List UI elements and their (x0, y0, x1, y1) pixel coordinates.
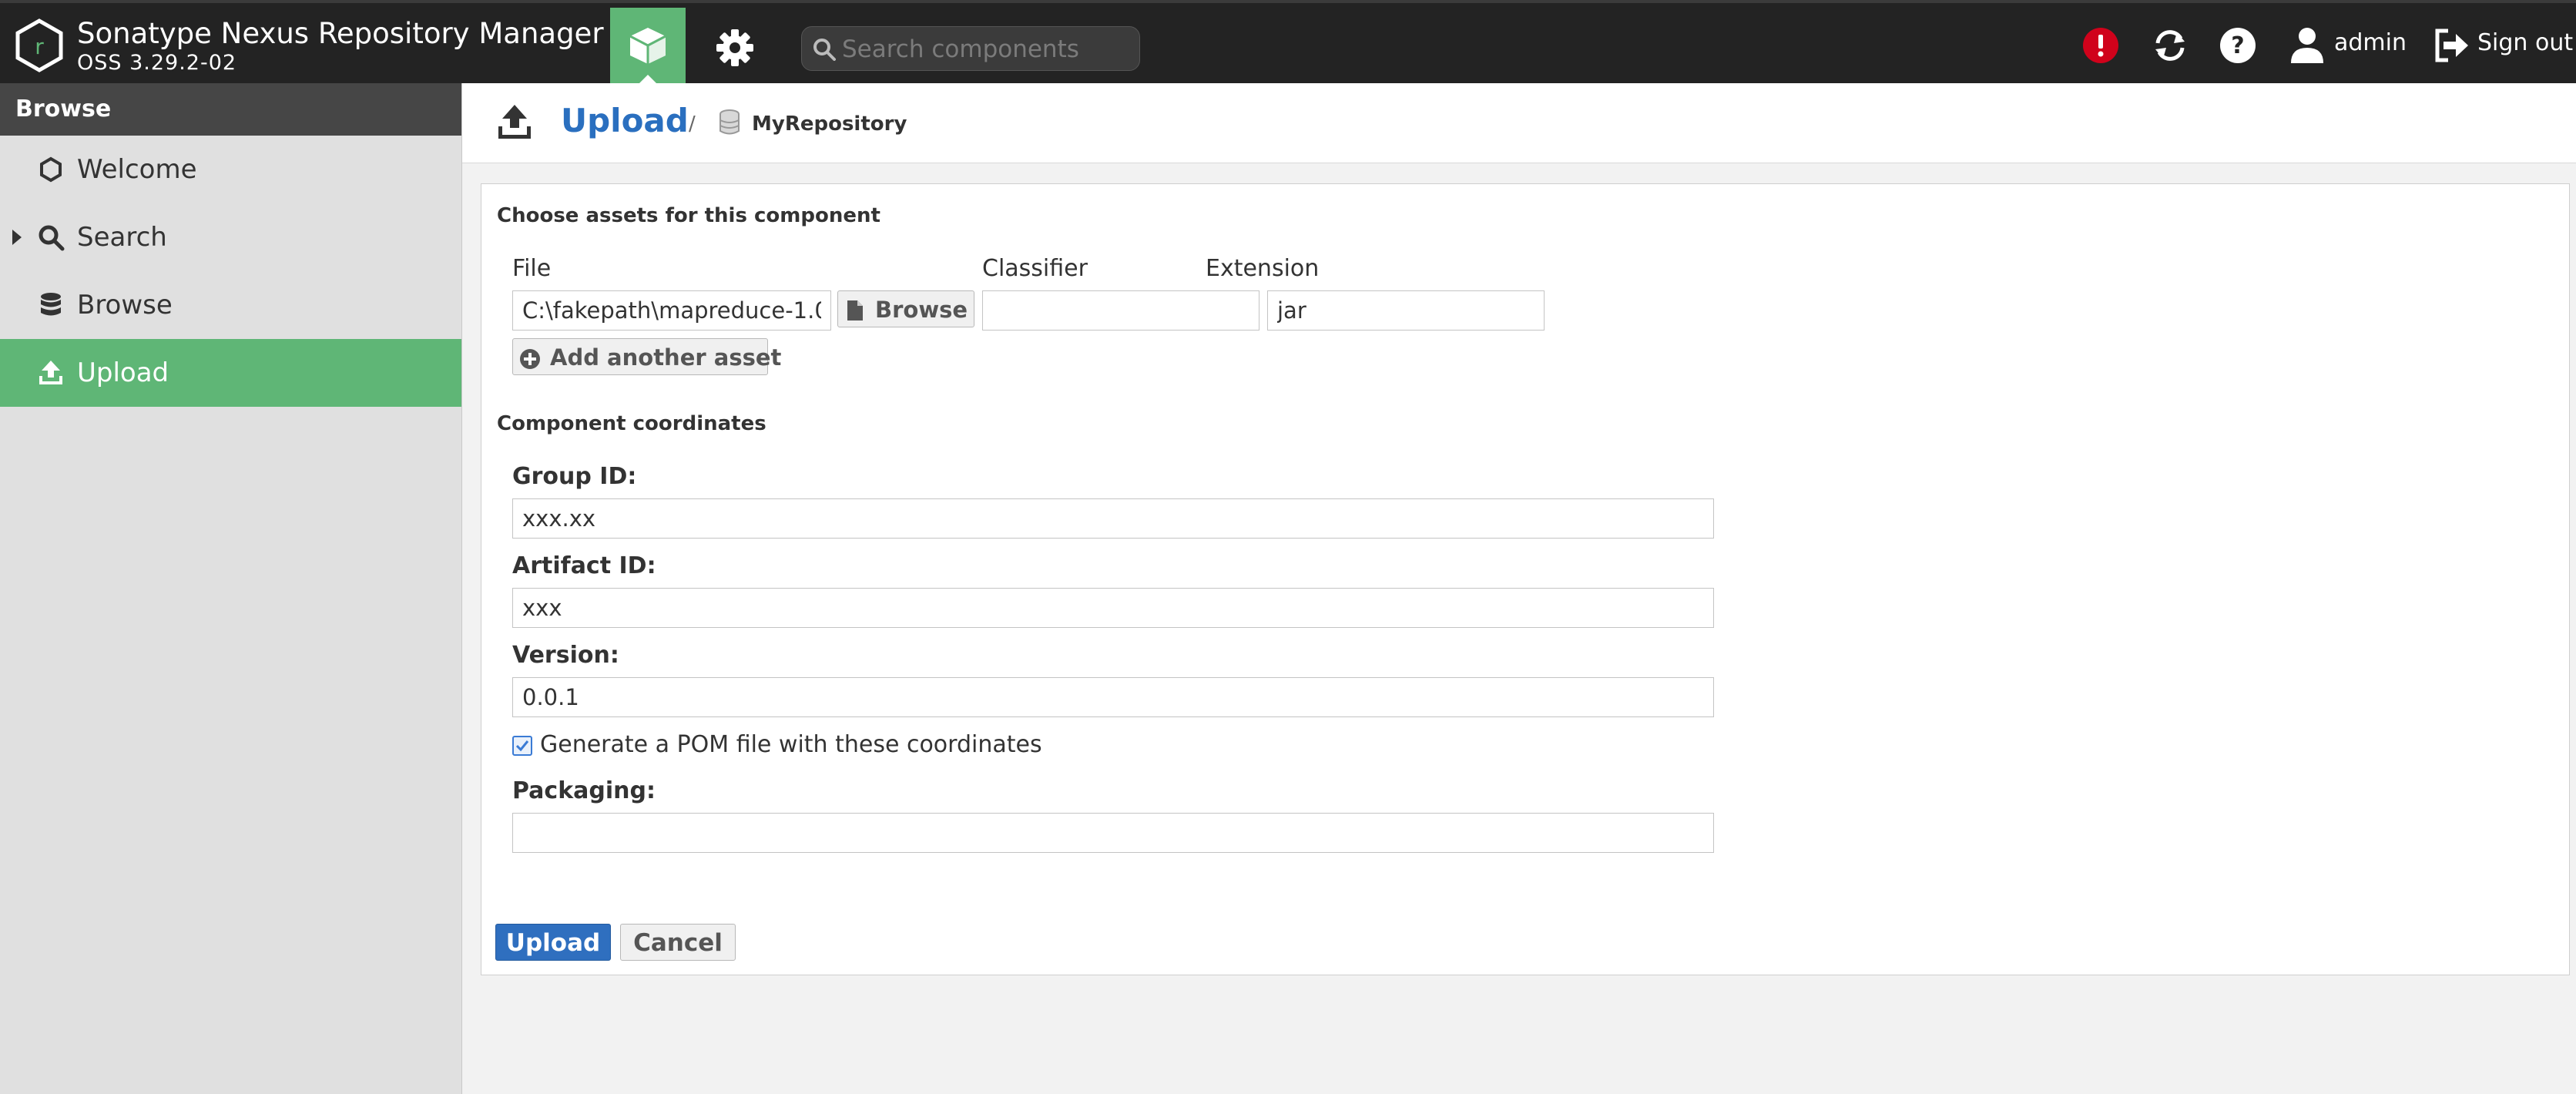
sign-out-icon[interactable] (2433, 26, 2470, 65)
browse-label: Browse (875, 297, 968, 323)
packaging-label: Packaging: (512, 777, 656, 804)
svg-text:r: r (35, 34, 44, 59)
cancel-button-label: Cancel (633, 929, 723, 957)
extension-column-label: Extension (1206, 255, 1320, 282)
version-label: Version: (512, 642, 619, 669)
upload-icon (498, 105, 531, 139)
packaging-field[interactable] (512, 813, 1714, 853)
sidebar: Browse Welcome Search Browse Upload (0, 83, 462, 1094)
classifier-column-label: Classifier (982, 255, 1088, 282)
upload-button-label: Upload (505, 929, 601, 957)
browse-mode-button[interactable] (610, 8, 686, 86)
repository-icon (719, 109, 740, 135)
sidebar-item-upload[interactable]: Upload (0, 339, 461, 407)
search-input[interactable] (840, 32, 1129, 67)
breadcrumb-separator: / (689, 112, 696, 136)
sidebar-item-search[interactable]: Search (0, 203, 461, 271)
sidebar-item-label: Upload (77, 357, 169, 388)
app-version: OSS 3.29.2-02 (77, 51, 237, 75)
alert-icon[interactable] (2081, 26, 2120, 65)
group-id-field[interactable] (512, 498, 1714, 539)
expand-arrow-icon[interactable] (12, 230, 22, 245)
file-field[interactable] (512, 290, 831, 331)
help-icon[interactable]: ? (2219, 26, 2257, 65)
search-box[interactable] (801, 26, 1140, 71)
upload-icon (39, 361, 62, 384)
file-column-label: File (512, 255, 552, 282)
extension-field[interactable] (1267, 290, 1545, 331)
search-icon (39, 225, 65, 251)
svg-text:?: ? (2231, 32, 2244, 59)
coordinates-section-title: Component coordinates (497, 412, 766, 435)
add-another-asset-button[interactable]: Add another asset (512, 338, 781, 375)
sign-out-link[interactable]: Sign out (2477, 29, 2573, 56)
top-bar: r Sonatype Nexus Repository Manager OSS … (0, 0, 2576, 86)
sidebar-item-browse[interactable]: Browse (0, 271, 461, 339)
sidebar-item-label: Browse (77, 290, 173, 320)
checkmark-icon (515, 740, 529, 752)
browse-file-button[interactable]: Browse (837, 290, 974, 327)
generate-pom-label[interactable]: Generate a POM file with these coordinat… (540, 731, 1042, 758)
nexus-logo-icon[interactable]: r (14, 18, 65, 72)
database-icon (41, 293, 61, 316)
cancel-button[interactable]: Cancel (620, 924, 736, 961)
add-asset-label: Add another asset (550, 344, 782, 371)
artifact-id-label: Artifact ID: (512, 552, 656, 579)
upload-form: Choose assets for this component File Cl… (481, 183, 2570, 975)
cube-icon (629, 28, 666, 64)
version-field[interactable] (512, 677, 1714, 717)
file-icon (847, 300, 863, 320)
content-header: Upload / MyRepository (462, 83, 2576, 163)
assets-section-title: Choose assets for this component (497, 204, 880, 227)
hexagon-icon (40, 156, 62, 183)
app-title: Sonatype Nexus Repository Manager (77, 17, 604, 50)
gear-icon[interactable] (710, 23, 760, 72)
user-icon[interactable] (2289, 26, 2325, 65)
sidebar-item-label: Welcome (77, 154, 197, 185)
search-icon (813, 39, 836, 61)
generate-pom-checkbox[interactable] (512, 736, 532, 756)
upload-button[interactable]: Upload (495, 924, 611, 961)
artifact-id-field[interactable] (512, 588, 1714, 628)
user-menu[interactable]: admin (2334, 29, 2407, 56)
breadcrumb-repository[interactable]: MyRepository (752, 112, 907, 136)
refresh-icon[interactable] (2151, 26, 2189, 65)
page-title: Upload (561, 102, 689, 139)
plus-circle-icon (520, 349, 540, 369)
classifier-field[interactable] (982, 290, 1259, 331)
group-id-label: Group ID: (512, 463, 637, 490)
sidebar-header: Browse (0, 83, 461, 136)
sidebar-item-welcome[interactable]: Welcome (0, 136, 461, 203)
sidebar-item-label: Search (77, 222, 167, 253)
